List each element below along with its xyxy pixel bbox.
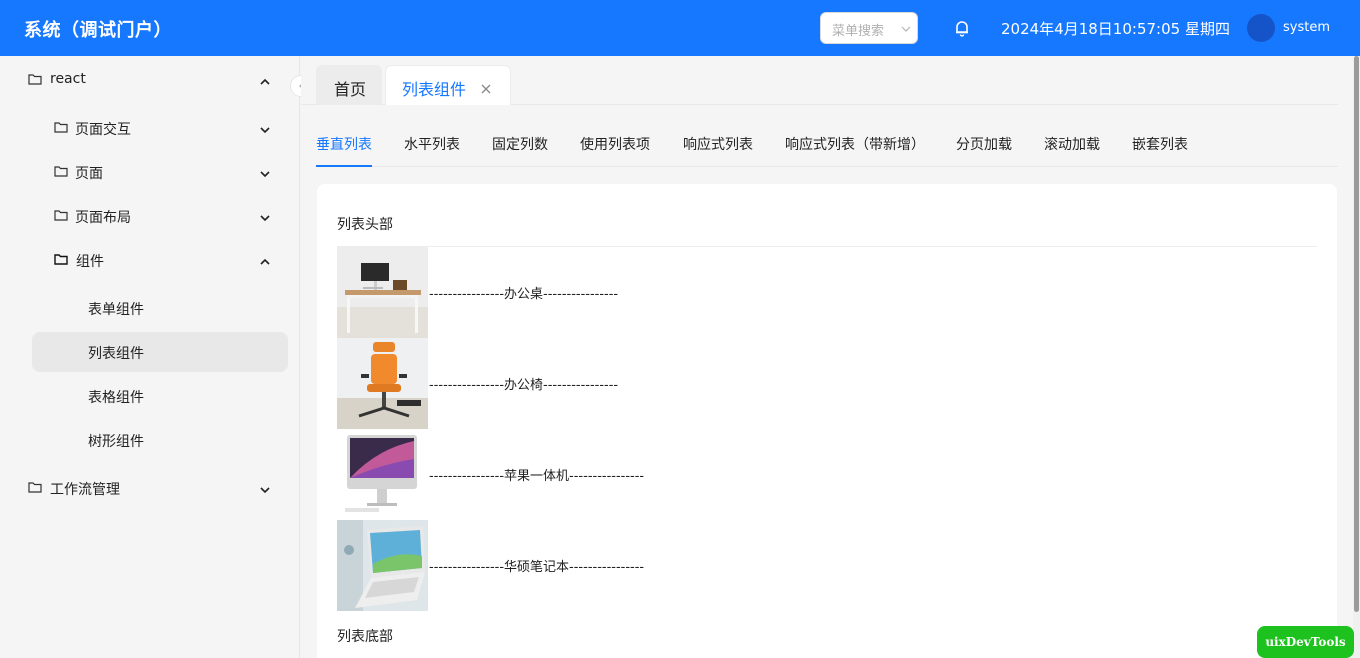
avatar[interactable] [1247,14,1275,42]
datetime-display: 2024年4月18日10:57:05 星期四 [1001,20,1230,38]
top-header: 系统（调试门户） 菜单搜索 2024年4月18日10:57:05 星期四 sys… [0,0,1360,56]
item-text: ----------------办公椅---------------- [429,378,619,393]
tab-paged-loading[interactable]: 分页加载 [956,134,1012,167]
laptop-photo [337,520,428,611]
devtools-button[interactable]: uixDevTools [1257,626,1354,658]
scrollbar-thumb[interactable] [1354,56,1359,612]
username[interactable]: system [1283,20,1330,35]
chair-photo [337,338,428,429]
list-item[interactable]: ----------------华硕笔记本---------------- [337,520,737,611]
folder-icon [28,480,42,498]
sidebar-item-label: 工作流管理 [50,482,120,498]
chevron-down-icon [260,123,270,139]
close-icon[interactable] [481,82,491,98]
sidebar: react 页面交互 页面 页面布局 组件 表单组件 列表组件 表格组件 树形组… [0,56,300,658]
list-item[interactable]: ----------------办公桌---------------- [337,247,737,338]
item-text: ----------------苹果一体机---------------- [429,469,645,484]
sidebar-item-label: 页面布局 [75,210,131,226]
sidebar-item-react[interactable]: react [16,60,288,100]
bell-icon[interactable] [954,19,970,41]
item-text: ----------------办公桌---------------- [429,287,619,302]
tab-responsive-list-add[interactable]: 响应式列表（带新增） [785,134,925,167]
tab-fixed-columns[interactable]: 固定列数 [492,134,548,167]
tab-use-list-item[interactable]: 使用列表项 [580,134,650,167]
sidebar-item-label: 表格组件 [88,390,144,406]
item-text: ----------------华硕笔记本---------------- [429,560,645,575]
chevron-down-icon [260,483,270,499]
list-footer: 列表底部 [337,629,393,645]
tab-label: 列表组件 [402,80,467,99]
tab-horizontal-list[interactable]: 水平列表 [404,134,460,167]
page-tabs: 首页 列表组件 [301,56,1338,105]
tab-list-component[interactable]: 列表组件 [385,65,511,105]
folder-icon [28,72,42,90]
tab-scroll-loading[interactable]: 滚动加载 [1044,134,1100,167]
list-type-tabs: 垂直列表 水平列表 固定列数 使用列表项 响应式列表 响应式列表（带新增） 分页… [316,126,1338,167]
folder-icon [54,120,68,138]
list-item[interactable]: ----------------苹果一体机---------------- [337,429,737,520]
chevron-up-icon [260,255,270,271]
folder-icon [54,252,68,270]
sidebar-item-label: 表单组件 [88,302,144,318]
page-scrollbar[interactable] [1353,56,1360,658]
app-title: 系统（调试门户） [24,20,172,41]
desk-photo [337,247,428,338]
imac-photo [337,429,428,520]
tab-responsive-list[interactable]: 响应式列表 [683,134,753,167]
tab-vertical-list[interactable]: 垂直列表 [316,134,372,167]
sidebar-item-page-layout[interactable]: 页面布局 [40,196,288,236]
sidebar-item-label: 树形组件 [88,434,144,450]
chevron-down-icon [901,22,911,38]
chevron-down-icon [260,211,270,227]
tab-label: 首页 [334,80,367,99]
sidebar-item-tree-component[interactable]: 树形组件 [32,420,288,460]
sidebar-item-page-interaction[interactable]: 页面交互 [40,108,288,148]
folder-icon [54,164,68,182]
list-card: 列表头部 ----------------办公桌---------------- [317,184,1337,658]
sidebar-item-list-component[interactable]: 列表组件 [32,332,288,372]
chevron-up-icon [260,75,270,91]
sidebar-item-components[interactable]: 组件 [40,240,288,280]
sidebar-item-label: 列表组件 [88,346,144,362]
sidebar-item-page[interactable]: 页面 [40,152,288,192]
sidebar-item-form-component[interactable]: 表单组件 [32,288,288,328]
folder-icon [54,208,68,226]
menu-search-select[interactable]: 菜单搜索 [820,12,918,44]
sidebar-item-label: 页面 [75,166,103,182]
sidebar-item-label: 组件 [76,254,104,270]
sidebar-item-label: 页面交互 [75,122,131,138]
menu-search-placeholder: 菜单搜索 [832,24,885,39]
list-header: 列表头部 [337,217,393,233]
sidebar-item-workflow[interactable]: 工作流管理 [16,468,288,508]
chevron-down-icon [260,167,270,183]
tab-nested-list[interactable]: 嵌套列表 [1132,134,1188,167]
main-content: 首页 列表组件 垂直列表 水平列表 固定列数 使用列表项 响应式列表 响应式列表… [301,56,1353,658]
sidebar-item-table-component[interactable]: 表格组件 [32,376,288,416]
tab-home[interactable]: 首页 [316,65,382,105]
sidebar-item-label: react [50,71,86,87]
list-item[interactable]: ----------------办公椅---------------- [337,338,737,429]
